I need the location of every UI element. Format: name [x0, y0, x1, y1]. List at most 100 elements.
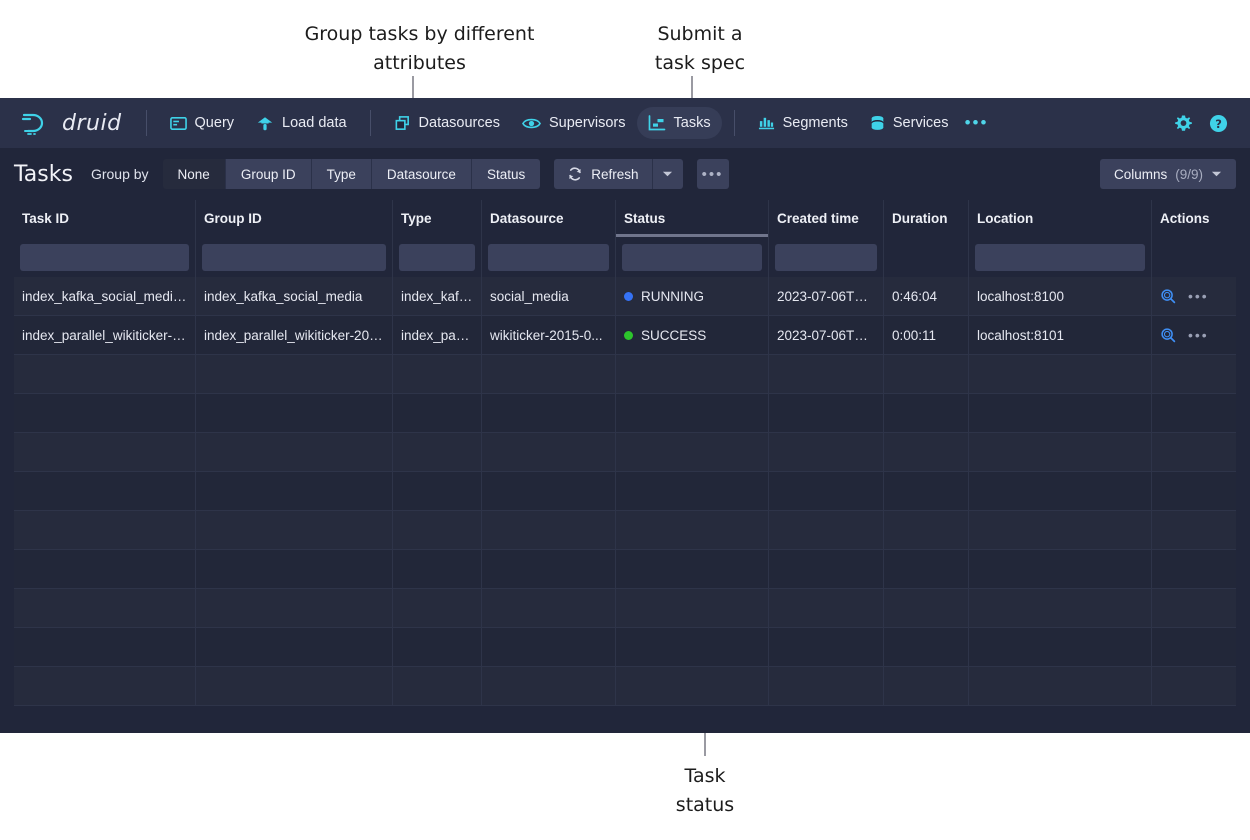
empty-cell-type [393, 589, 482, 628]
cell-task-id: index_parallel_wikiticker-2... [14, 316, 196, 355]
empty-cell-actions [1152, 667, 1236, 706]
task-actions-more-button[interactable]: ••• [697, 159, 729, 189]
nav-more-button[interactable]: ••• [960, 108, 994, 138]
nav-item-datasources[interactable]: Datasources [383, 107, 511, 139]
empty-cell-created_time [769, 472, 884, 511]
column-header-location[interactable]: Location [969, 200, 1152, 237]
refresh-split-button: Refresh [554, 159, 682, 189]
empty-cell-datasource [482, 667, 616, 706]
chevron-down-icon [662, 170, 673, 178]
column-header-label: Created time [777, 211, 859, 226]
empty-cell-actions [1152, 394, 1236, 433]
empty-cell-task_id [14, 511, 196, 550]
cell-created-time: 2023-07-06T20:... [769, 316, 884, 355]
empty-cell-status [616, 511, 769, 550]
tasks-icon [648, 115, 666, 131]
empty-cell-actions [1152, 433, 1236, 472]
help-icon[interactable]: ? [1209, 114, 1228, 133]
group-by-label: Group by [91, 166, 149, 182]
nav-item-supervisors[interactable]: Supervisors [511, 107, 637, 139]
magnifier-icon[interactable] [1160, 288, 1176, 304]
empty-cell-location [969, 550, 1152, 589]
empty-cell-task_id [14, 394, 196, 433]
nav-item-services[interactable]: Services [859, 107, 960, 139]
column-header-datasource[interactable]: Datasource [482, 200, 616, 237]
group-by-button-group: None Group ID Type Datasource Status [163, 159, 541, 189]
group-by-datasource-button[interactable]: Datasource [372, 159, 472, 189]
nav-item-segments[interactable]: Segments [747, 107, 859, 139]
chevron-down-icon [1211, 170, 1222, 178]
nav-label-query: Query [195, 115, 235, 131]
columns-button[interactable]: Columns (9/9) [1100, 159, 1236, 189]
magnifier-icon[interactable] [1160, 327, 1176, 343]
column-header-status[interactable]: Status [616, 200, 769, 237]
empty-cell-created_time [769, 628, 884, 667]
nav-divider-1 [146, 110, 147, 136]
group-by-group-id-button[interactable]: Group ID [226, 159, 312, 189]
empty-cell-status [616, 472, 769, 511]
column-header-task-id[interactable]: Task ID [14, 200, 196, 237]
druid-logo[interactable]: druid [14, 110, 128, 136]
table-empty-row [14, 589, 1236, 628]
refresh-button[interactable]: Refresh [554, 159, 652, 189]
cell-type: index_para... [393, 316, 482, 355]
filter-cell-datasource [482, 237, 616, 277]
status-dot-success [624, 331, 633, 340]
empty-cell-datasource [482, 550, 616, 589]
table-empty-row [14, 550, 1236, 589]
empty-cell-created_time [769, 433, 884, 472]
nav-item-tasks[interactable]: Tasks [637, 107, 722, 139]
empty-cell-duration [884, 589, 969, 628]
filter-input-group-id[interactable] [202, 244, 386, 271]
group-by-status-button[interactable]: Status [472, 159, 540, 189]
empty-cell-type [393, 472, 482, 511]
empty-cell-duration [884, 472, 969, 511]
empty-cell-duration [884, 394, 969, 433]
tasks-table: Task ID Group ID Type Datasource Status … [14, 200, 1236, 715]
table-row[interactable]: index_kafka_social_media... index_kafka_… [14, 277, 1236, 316]
column-header-created-time[interactable]: Created time [769, 200, 884, 237]
empty-cell-task_id [14, 589, 196, 628]
annotation-submit-spec-label: Submit a task spec [612, 20, 788, 78]
group-by-type-button[interactable]: Type [312, 159, 372, 189]
nav-label-segments: Segments [783, 115, 848, 131]
row-more-button[interactable]: ••• [1188, 327, 1209, 343]
nav-item-query[interactable]: Query [159, 107, 246, 139]
column-header-label: Datasource [490, 211, 564, 226]
empty-cell-status [616, 433, 769, 472]
filter-input-created-time[interactable] [775, 244, 877, 271]
segments-icon [758, 115, 775, 131]
filter-input-task-id[interactable] [20, 244, 189, 271]
column-header-type[interactable]: Type [393, 200, 482, 237]
empty-cell-actions [1152, 550, 1236, 589]
cell-group-id: index_parallel_wikiticker-201... [196, 316, 393, 355]
status-label: SUCCESS [641, 328, 706, 343]
columns-label: Columns [1114, 167, 1167, 182]
refresh-dropdown-button[interactable] [653, 159, 683, 189]
screenshot-root: Group tasks by different attributes Subm… [0, 0, 1250, 840]
svg-text:?: ? [1215, 116, 1222, 130]
empty-cell-type [393, 550, 482, 589]
group-by-none-button[interactable]: None [163, 159, 226, 189]
column-header-group-id[interactable]: Group ID [196, 200, 393, 237]
empty-cell-status [616, 550, 769, 589]
filter-input-status[interactable] [622, 244, 762, 271]
filter-cell-duration [884, 237, 969, 277]
row-more-button[interactable]: ••• [1188, 288, 1209, 304]
cell-task-id: index_kafka_social_media... [14, 277, 196, 316]
nav-item-load-data[interactable]: Load data [245, 107, 358, 139]
gear-icon[interactable] [1174, 114, 1193, 133]
cell-status: SUCCESS [616, 316, 769, 355]
cell-duration: 0:46:04 [884, 277, 969, 316]
filter-input-location[interactable] [975, 244, 1145, 271]
column-header-duration[interactable]: Duration [884, 200, 969, 237]
filter-cell-actions [1152, 237, 1236, 277]
nav-label-services: Services [893, 115, 949, 131]
empty-cell-group_id [196, 511, 393, 550]
cell-status: RUNNING [616, 277, 769, 316]
column-header-actions[interactable]: Actions [1152, 200, 1236, 237]
filter-input-datasource[interactable] [488, 244, 609, 271]
table-row[interactable]: index_parallel_wikiticker-2... index_par… [14, 316, 1236, 355]
empty-cell-datasource [482, 472, 616, 511]
filter-input-type[interactable] [399, 244, 475, 271]
